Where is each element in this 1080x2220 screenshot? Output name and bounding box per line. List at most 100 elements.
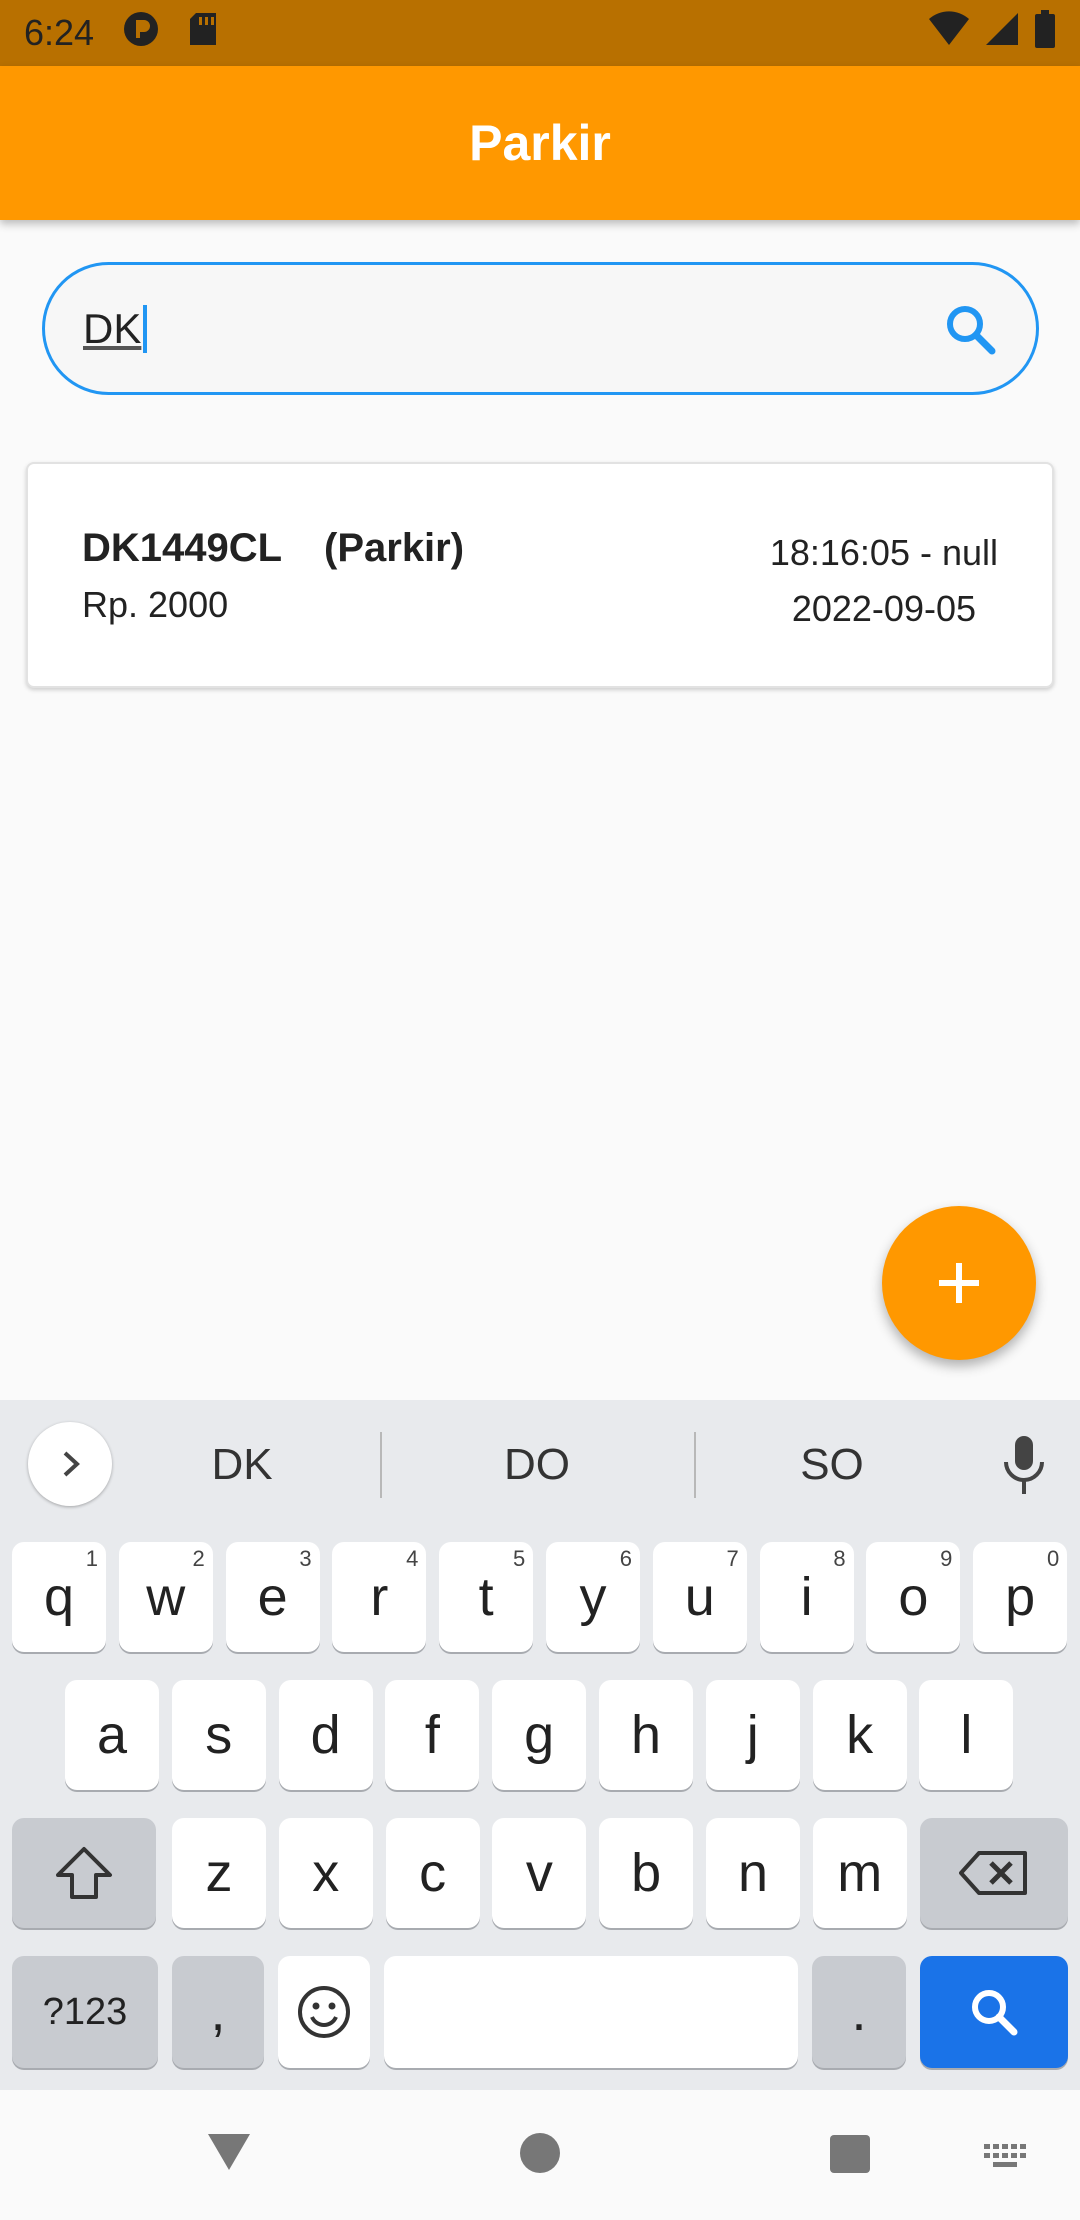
key-label: u (684, 1567, 715, 1627)
suggestion-2[interactable]: DO (437, 1440, 637, 1490)
back-triangle-icon (208, 2134, 250, 2170)
key-label: c (419, 1843, 447, 1903)
key-hint-number: 9 (940, 1546, 953, 1571)
key-m[interactable]: m (812, 1818, 907, 1928)
key-hint-number: 8 (833, 1546, 846, 1571)
suggestion-3[interactable]: SO (732, 1440, 932, 1490)
battery-icon (1034, 9, 1056, 57)
recents-square-icon (830, 2135, 870, 2173)
notification-icon (122, 10, 160, 57)
key-y[interactable]: y6 (546, 1542, 640, 1652)
key-b[interactable]: b (599, 1818, 694, 1928)
key-hint-number: 4 (406, 1546, 419, 1571)
key-h[interactable]: h (599, 1680, 693, 1790)
expand-suggestions-button[interactable] (28, 1422, 112, 1506)
key-x[interactable]: x (278, 1818, 373, 1928)
parking-date: 2022-09-05 (791, 588, 976, 629)
key-label: g (524, 1705, 555, 1765)
key-label: e (257, 1567, 288, 1627)
key-z[interactable]: z (172, 1818, 266, 1928)
key-label: p (1005, 1567, 1036, 1627)
mic-icon[interactable] (1000, 1434, 1048, 1501)
key-label: b (631, 1843, 662, 1903)
key-label: q (43, 1567, 75, 1627)
key-e[interactable]: e3 (225, 1542, 320, 1652)
key-hint-number: 6 (619, 1546, 632, 1571)
key-hint-number: 5 (512, 1546, 526, 1571)
parking-record-card[interactable]: DK1449CL (Parkir) Rp. 2000 18:16:05 - nu… (26, 462, 1054, 688)
plate-number: DK1449CL (82, 526, 283, 570)
key-a[interactable]: a (65, 1680, 159, 1790)
key-hint-number: 0 (1046, 1546, 1060, 1571)
key-label: f (424, 1705, 440, 1765)
key-i[interactable]: i8 (759, 1542, 854, 1652)
backspace-icon (959, 1851, 1027, 1895)
system-nav-bar (0, 2090, 1080, 2220)
space-key[interactable] (384, 1956, 798, 2068)
key-label: x (312, 1843, 340, 1903)
home-circle-icon (520, 2133, 560, 2173)
shift-icon (56, 1847, 112, 1899)
key-label: d (310, 1705, 341, 1765)
search-input-value[interactable]: DK (83, 305, 141, 353)
key-w[interactable]: w2 (118, 1542, 213, 1652)
key-u[interactable]: u7 (652, 1542, 747, 1652)
key-t[interactable]: t5 (439, 1542, 534, 1652)
add-icon (939, 1263, 979, 1303)
key-c[interactable]: c (385, 1818, 480, 1928)
signal-icon (984, 11, 1020, 56)
key-label: k (846, 1705, 874, 1765)
search-icon (972, 1990, 1018, 2036)
suggestion-divider (694, 1432, 696, 1498)
clock: 6:24 (24, 12, 95, 53)
home-nav-button[interactable] (519, 2132, 561, 2179)
key-hint-number: 3 (299, 1546, 312, 1571)
key-f[interactable]: f (385, 1680, 480, 1790)
add-button[interactable] (882, 1206, 1036, 1360)
suggestion-1[interactable]: DK (142, 1440, 342, 1490)
wifi-icon (928, 10, 970, 56)
key-label: i (800, 1567, 813, 1627)
symbols-key[interactable]: ?123 (12, 1956, 158, 2068)
backspace-key[interactable] (920, 1818, 1068, 1928)
comma-key[interactable]: , (172, 1956, 264, 2068)
key-hint-number: 1 (85, 1546, 98, 1571)
key-j[interactable]: j (705, 1680, 800, 1790)
key-l[interactable]: l (919, 1680, 1014, 1790)
back-nav-button[interactable] (206, 2132, 252, 2177)
emoji-icon (298, 1986, 350, 2038)
recents-nav-button[interactable] (829, 2134, 871, 2179)
search-icon[interactable] (942, 301, 998, 357)
key-q[interactable]: q1 (12, 1542, 106, 1652)
key-g[interactable]: g (492, 1680, 587, 1790)
period-key[interactable]: . (812, 1956, 906, 2068)
suggestion-bar: DK DO SO (0, 1400, 1080, 1530)
key-label: h (630, 1705, 662, 1765)
on-screen-keyboard: DK DO SO ?123 , . q1w2e3r4t5y6u7i8o9p0as… (0, 1400, 1080, 2090)
sd-card-icon (188, 11, 218, 56)
key-r[interactable]: r4 (332, 1542, 427, 1652)
key-d[interactable]: d (278, 1680, 373, 1790)
key-k[interactable]: k (812, 1680, 907, 1790)
key-v[interactable]: v (492, 1818, 587, 1928)
key-n[interactable]: n (706, 1818, 800, 1928)
emoji-key[interactable] (278, 1956, 370, 2068)
keyboard-switch-button[interactable] (984, 2144, 1028, 2179)
search-action-key[interactable] (920, 1956, 1068, 2068)
key-label: t (478, 1567, 494, 1627)
shift-key[interactable] (12, 1818, 156, 1928)
chevron-right-icon (63, 1451, 80, 1477)
key-label: z (205, 1843, 233, 1903)
key-label: y (579, 1567, 607, 1627)
app-bar: Parkir (0, 66, 1080, 220)
key-hint-number: 2 (192, 1546, 205, 1571)
key-label: v (525, 1843, 553, 1903)
key-label: o (898, 1567, 929, 1627)
key-s[interactable]: s (171, 1680, 266, 1790)
search-input[interactable]: DK (42, 262, 1039, 395)
key-label: s (205, 1705, 233, 1765)
key-label: n (737, 1843, 769, 1903)
key-p[interactable]: p0 (973, 1542, 1068, 1652)
parking-status: (Parkir) (324, 526, 465, 570)
key-o[interactable]: o9 (866, 1542, 961, 1652)
